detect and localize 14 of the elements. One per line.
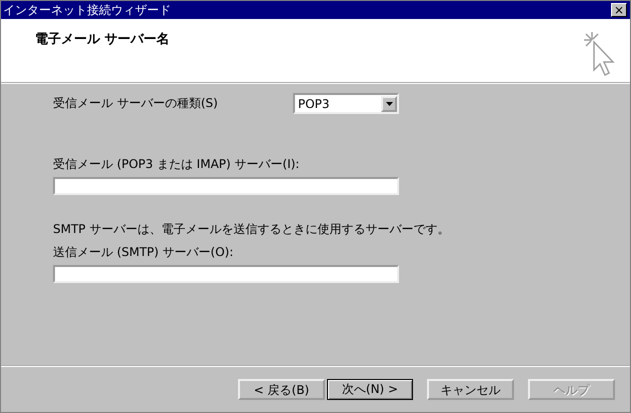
field-label: 受信メール (POP3 または IMAP) サーバー(I): <box>53 156 300 173</box>
wizard-button[interactable]: < 戻る(B) <box>238 379 325 400</box>
close-button[interactable]: × <box>611 3 627 17</box>
input-field[interactable] <box>53 265 399 283</box>
field-label: 受信メール サーバーの種類(S) <box>53 95 218 112</box>
server-type-dropdown[interactable]: POP3 <box>293 93 399 114</box>
field-label: 送信メール (SMTP) サーバー(O): <box>53 244 234 261</box>
info-text: SMTP サーバーは、電子メールを送信するときに使用するサーバーです。 <box>53 221 450 238</box>
page-title: 電子メール サーバー名 <box>35 31 170 46</box>
window-title: インターネット接続ウィザード <box>3 2 171 18</box>
wizard-cursor-icon <box>582 30 616 78</box>
wizard-button[interactable]: キャンセル <box>427 379 514 400</box>
wizard-button[interactable]: 次へ(N) > <box>327 379 413 400</box>
input-field[interactable] <box>53 177 399 195</box>
